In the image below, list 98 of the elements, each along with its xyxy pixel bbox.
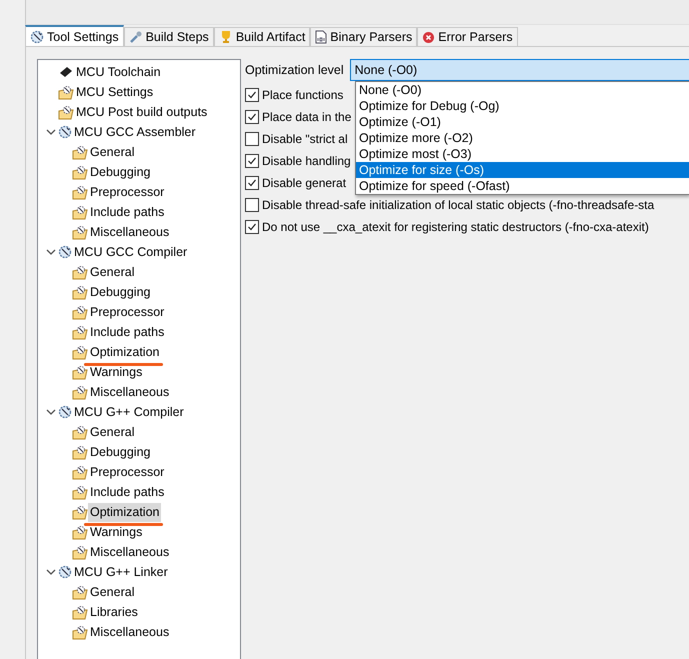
tree-item[interactable]: General [88, 582, 136, 602]
folder-gear-icon [72, 464, 88, 480]
folder-gear-icon [72, 364, 88, 380]
check-icon [247, 178, 257, 188]
tab[interactable]: Tool Settings [25, 25, 124, 46]
folder-gear-icon [72, 504, 88, 520]
dropdown-option[interactable]: Optimize for Debug (-Og) [356, 98, 689, 114]
tree-item[interactable]: Miscellaneous [88, 382, 172, 402]
gear-icon [58, 565, 72, 579]
checkbox-label: Place functions [262, 88, 344, 102]
tab[interactable]: Build Artifact [214, 27, 310, 46]
expand-toggle[interactable] [46, 407, 56, 417]
checkbox[interactable] [245, 88, 259, 102]
gear-icon [58, 245, 72, 259]
tree-item[interactable]: MCU G++ Compiler [72, 402, 186, 422]
tree-item[interactable]: Include paths [88, 482, 166, 502]
folder-gear-icon [72, 604, 88, 620]
expand-toggle[interactable] [46, 567, 56, 577]
tree-item[interactable]: Preprocessor [88, 302, 166, 322]
error-icon [422, 30, 436, 44]
checkbox[interactable] [245, 198, 259, 212]
tree-item[interactable]: Include paths [88, 322, 166, 342]
gear-icon [58, 125, 72, 139]
optimization-level-dropdown[interactable]: None (-O0) [350, 59, 689, 81]
folder-gear-icon [72, 544, 88, 560]
checkbox[interactable] [245, 176, 259, 190]
tree-item[interactable]: Libraries [88, 602, 140, 622]
folder-gear-icon [72, 284, 88, 300]
check-icon [247, 222, 257, 232]
tree-item[interactable]: MCU Post build outputs [74, 102, 210, 122]
tree-item[interactable]: Warnings [88, 362, 144, 382]
tree-item[interactable]: Debugging [88, 282, 152, 302]
checkbox[interactable] [245, 110, 259, 124]
folder-gear-icon [72, 524, 88, 540]
folder-gear-icon [72, 444, 88, 460]
tree-item[interactable]: Preprocessor [88, 462, 166, 482]
folder-gear-icon [72, 624, 88, 640]
gear-icon [58, 405, 72, 419]
dropdown-option[interactable]: Optimize (-O1) [356, 114, 689, 130]
tree-item[interactable]: Miscellaneous [88, 542, 172, 562]
folder-gear-icon [72, 304, 88, 320]
folder-gear-icon [72, 184, 88, 200]
checkbox[interactable] [245, 154, 259, 168]
tree-item[interactable]: Miscellaneous [88, 622, 172, 642]
folder-gear-icon [58, 104, 74, 120]
gear-icon [30, 30, 44, 44]
checkbox-label: Disable "strict al [262, 132, 348, 146]
folder-gear-icon [72, 164, 88, 180]
folder-gear-icon [72, 204, 88, 220]
dropdown-option[interactable]: Optimize for speed (-Ofast) [356, 178, 689, 194]
folder-gear-icon [72, 224, 88, 240]
dropdown-option[interactable]: Optimize for size (-Os) [356, 162, 689, 178]
tree-item[interactable]: General [88, 142, 136, 162]
tree-item[interactable]: Optimization [88, 342, 162, 362]
tab[interactable]: Error Parsers [417, 27, 518, 46]
checkbox[interactable] [245, 220, 259, 234]
checkbox-label: Disable generat [262, 176, 346, 190]
folder-gear-icon [72, 424, 88, 440]
tree-item[interactable]: Include paths [88, 202, 166, 222]
folder-gear-icon [72, 264, 88, 280]
checkbox-label: Place data in the [262, 110, 352, 124]
tab[interactable]: Binary Parsers [310, 27, 418, 46]
expand-toggle[interactable] [46, 247, 56, 257]
tree-item[interactable]: Warnings [88, 522, 144, 542]
folder-gear-icon [72, 484, 88, 500]
tab[interactable]: Build Steps [124, 27, 214, 46]
checkbox-label: Do not use __cxa_atexit for registering static destructors (-fno-cxa-atexit) [262, 220, 649, 234]
folder-gear-icon [72, 344, 88, 360]
expand-toggle[interactable] [46, 127, 56, 137]
folder-gear-icon [58, 84, 74, 100]
tree-item[interactable]: Miscellaneous [88, 222, 172, 242]
dropdown-option[interactable]: Optimize most (-O3) [356, 146, 689, 162]
chip-icon [58, 65, 74, 79]
check-icon [247, 90, 257, 100]
checkbox[interactable] [245, 132, 259, 146]
tree-item[interactable]: General [88, 422, 136, 442]
checkbox-label: Disable thread-safe initialization of local static objects (-fno-threadsafe-sta [262, 198, 654, 212]
tree-item[interactable]: Preprocessor [88, 182, 166, 202]
dropdown-option[interactable]: Optimize more (-O2) [356, 130, 689, 146]
tree-item[interactable]: MCU G++ Linker [72, 562, 170, 582]
tree-item[interactable]: Debugging [88, 162, 152, 182]
tree-item[interactable]: MCU GCC Assembler [72, 122, 198, 142]
tree-item[interactable]: MCU Settings [74, 82, 156, 102]
tree-item[interactable]: MCU Toolchain [74, 62, 163, 82]
folder-gear-icon [72, 384, 88, 400]
checkbox-label: Disable handling [262, 154, 351, 168]
folder-gear-icon [72, 584, 88, 600]
folder-gear-icon [72, 324, 88, 340]
tree-item[interactable]: Debugging [88, 442, 152, 462]
brush-icon [128, 30, 143, 44]
tree-item[interactable]: General [88, 262, 136, 282]
field-label: Optimization level [245, 63, 344, 77]
check-icon [247, 112, 257, 122]
check-icon [247, 156, 257, 166]
tree-item[interactable]: MCU GCC Compiler [72, 242, 190, 262]
folder-gear-icon [72, 144, 88, 160]
dropdown-option[interactable]: None (-O0) [356, 82, 689, 98]
binary-file-icon [315, 30, 328, 44]
